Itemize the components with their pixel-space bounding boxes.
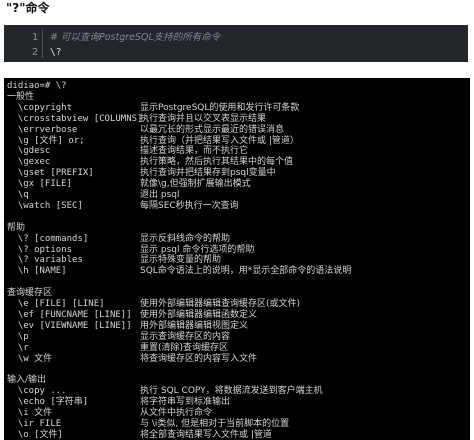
terminal-command-description: 将全部查询结果写入文件或 |管道	[140, 429, 272, 440]
terminal-command: \h [NAME]	[7, 266, 67, 277]
code-line: 1 # 可以查询PostgreSQL支持的所有命令	[4, 30, 468, 45]
line-number: 1	[31, 32, 38, 43]
code-command: \?	[50, 47, 62, 58]
section-heading: "?"命令	[6, 1, 50, 15]
terminal-command: \w 文件	[7, 353, 53, 364]
terminal-command: \watch [SEC]	[7, 200, 83, 211]
terminal-command-description: 每隔SEC秒执行一次查询	[140, 200, 239, 211]
terminal-command: \o [文件]	[7, 429, 63, 440]
terminal-command-description: 将查询缓存区的内容写入文件	[140, 353, 258, 364]
code-block: 1 # 可以查询PostgreSQL支持的所有命令 2 \?	[4, 25, 468, 62]
code-comment: # 可以查询PostgreSQL支持的所有命令	[50, 32, 221, 43]
terminal-command-description: SQL命令语法上的说明，用*显示全部命令的语法说明	[140, 266, 352, 277]
code-line: 2 \?	[4, 45, 468, 60]
line-number: 2	[31, 47, 38, 58]
terminal-output: didiao=# \? 一般性 \copyright 显示PostgreSQL的使…	[4, 78, 470, 440]
